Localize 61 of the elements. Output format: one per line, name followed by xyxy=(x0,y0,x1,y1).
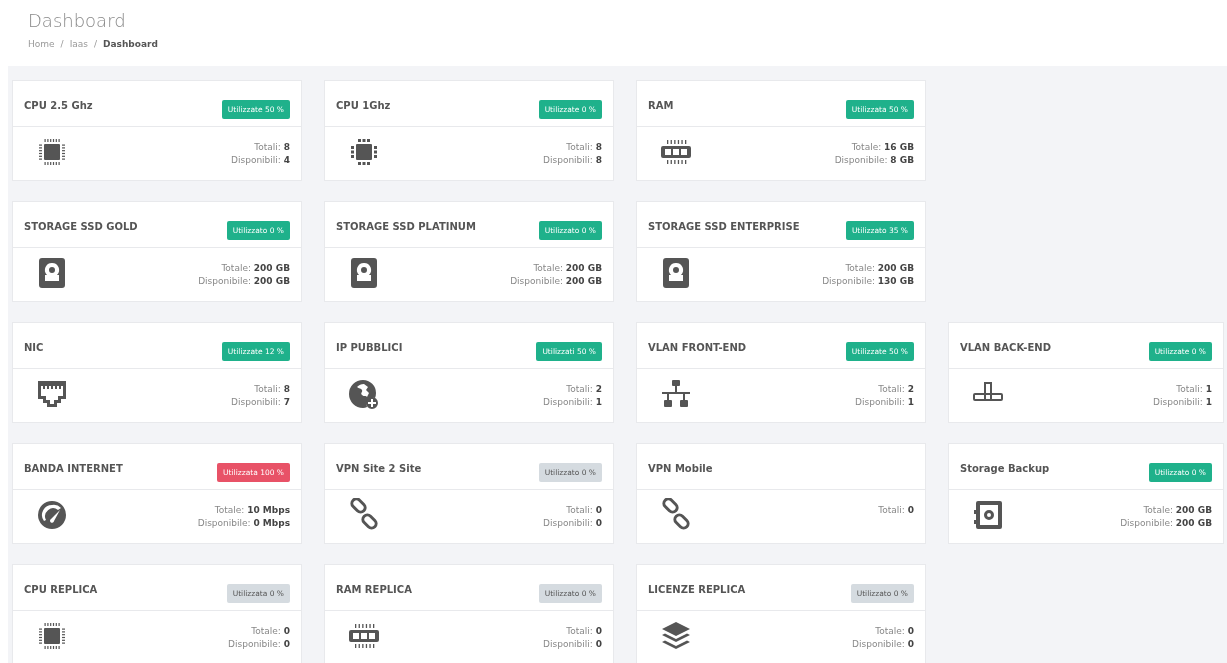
safe-icon xyxy=(971,498,1005,532)
stat-text: Totale: 16 GB xyxy=(851,141,914,154)
card-title: CPU 2.5 Ghz xyxy=(24,99,93,113)
stat-text: Disponibile: 0 Mbps xyxy=(197,517,290,530)
card-title: RAM REPLICA xyxy=(336,583,412,597)
card-title: NIC xyxy=(24,341,44,355)
stat-text: Disponibile: 200 GB xyxy=(510,275,602,288)
stat-text: Disponibile: 130 GB xyxy=(822,275,914,288)
stat-text: Totale: 0 xyxy=(251,625,290,638)
card-title: IP PUBBLICI xyxy=(336,341,403,355)
card-title: CPU REPLICA xyxy=(24,583,98,597)
stat-text: Totali: 8 xyxy=(254,383,290,396)
breadcrumb-link[interactable]: Home xyxy=(28,38,55,52)
card-title: VPN Mobile xyxy=(648,462,713,476)
stat-text: Disponibile: 200 GB xyxy=(1120,517,1212,530)
stat-text: Disponibile: 0 xyxy=(228,638,290,651)
stat-text: Totali: 0 xyxy=(878,504,914,517)
stat-text: Totali: 8 xyxy=(254,141,290,154)
stat-text: Totali: 2 xyxy=(566,383,602,396)
card-title: STORAGE SSD ENTERPRISE xyxy=(648,220,800,234)
card-title: VPN Site 2 Site xyxy=(336,462,422,476)
breadcrumb-separator: / xyxy=(94,38,98,51)
breadcrumb-link[interactable]: Iaas xyxy=(69,38,88,52)
stat-text: Totale: 200 GB xyxy=(845,262,914,275)
stat-text: Disponibili: 4 xyxy=(231,154,290,167)
stat-text: Disponibili: 1 xyxy=(1153,396,1212,409)
stat-text: Totali: 0 xyxy=(566,504,602,517)
stat-text: Disponibili: 1 xyxy=(543,396,602,409)
stat-text: Totali: 0 xyxy=(566,625,602,638)
stat-text: Totale: 10 Mbps xyxy=(214,504,290,517)
card-title: LICENZE REPLICA xyxy=(648,583,746,597)
stat-text: Disponibili: 8 xyxy=(543,154,602,167)
card-title: VLAN BACK-END xyxy=(960,341,1051,355)
globe-plus-icon xyxy=(347,377,381,411)
card-title: STORAGE SSD GOLD xyxy=(24,220,138,234)
stat-text: Totali: 2 xyxy=(878,383,914,396)
gauge-icon xyxy=(35,498,69,532)
stat-text: Disponibili: 0 xyxy=(543,638,602,651)
stat-text: Disponibile: 200 GB xyxy=(198,275,290,288)
breadcrumb-current: Dashboard xyxy=(103,38,158,51)
card-title: STORAGE SSD PLATINUM xyxy=(336,220,476,234)
card-title: RAM xyxy=(648,99,674,113)
stat-text: Disponibile: 0 xyxy=(852,638,914,651)
stat-text: Disponibile: 8 GB xyxy=(834,154,914,167)
stat-text: Totale: 200 GB xyxy=(1143,504,1212,517)
stat-text: Totale: 200 GB xyxy=(221,262,290,275)
stat-text: Totale: 200 GB xyxy=(533,262,602,275)
card-title: CPU 1Ghz xyxy=(336,99,391,113)
stat-text: Totali: 1 xyxy=(1176,383,1212,396)
card-title: Storage Backup xyxy=(960,462,1050,476)
stat-text: Disponibili: 1 xyxy=(855,396,914,409)
chain-link-icon xyxy=(347,498,381,532)
card-title: VLAN FRONT-END xyxy=(648,341,747,355)
card-title: BANDA INTERNET xyxy=(24,462,123,476)
stat-text: Totale: 0 xyxy=(875,625,914,638)
stat-text: Totali: 8 xyxy=(566,141,602,154)
chain-link-icon xyxy=(659,498,693,532)
stat-text: Disponibili: 7 xyxy=(231,396,290,409)
stat-text: Disponibili: 0 xyxy=(543,517,602,530)
page-title: Dashboard xyxy=(28,10,127,32)
breadcrumb-separator: / xyxy=(60,38,64,51)
